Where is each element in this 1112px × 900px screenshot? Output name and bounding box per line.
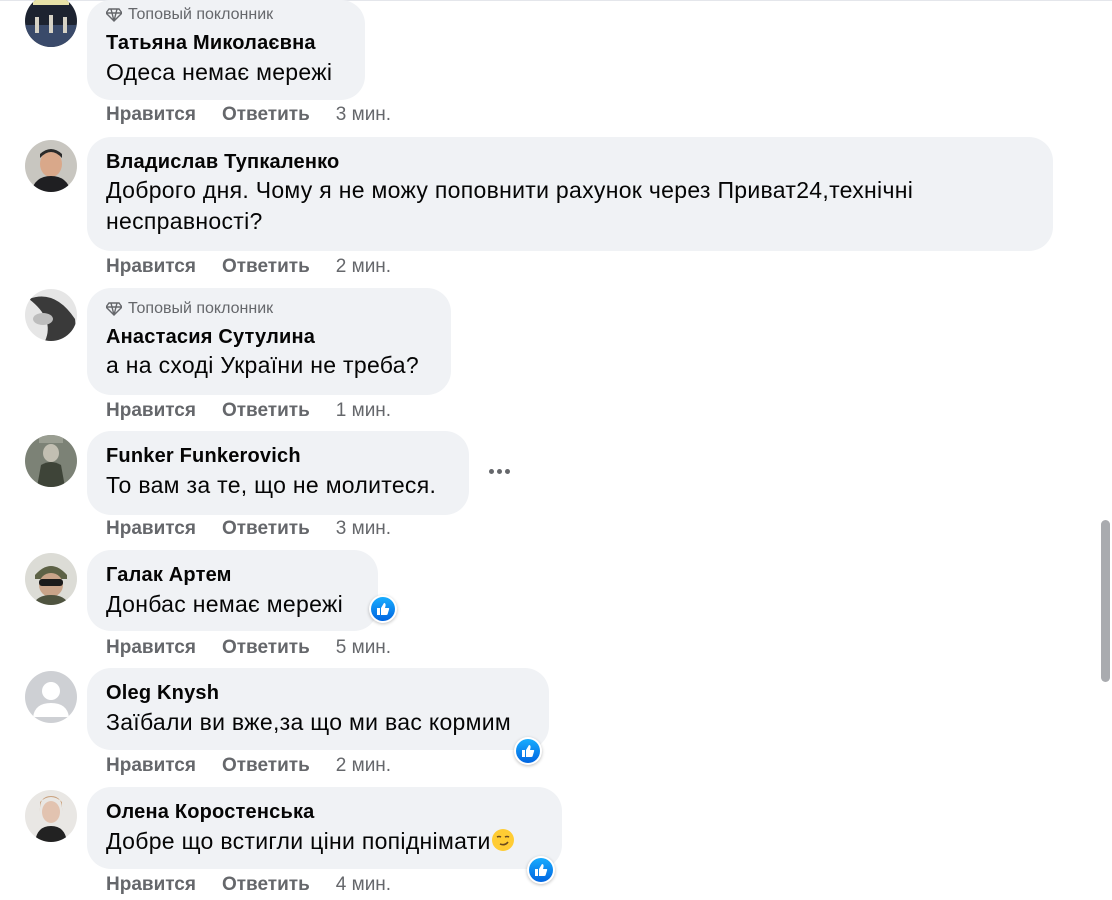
more-dot-icon — [488, 468, 494, 474]
comment-bubble: Владислав Тупкаленко Доброго дня. Чому я… — [87, 137, 1053, 251]
comment-time[interactable]: 4 мин. — [336, 874, 391, 896]
comment-bubble: Олена Коростенська Добре що встигли ціни… — [87, 787, 562, 869]
comment-bubble: Топовый поклонник Татьяна Миколаєвна Оде… — [87, 0, 365, 100]
comment-time[interactable]: 2 мин. — [336, 256, 391, 278]
avatar[interactable] — [25, 140, 77, 192]
thumbs-up-icon — [522, 745, 535, 757]
comment-text-line: несправності? — [106, 208, 263, 234]
comment-actions: Нравится Ответить 1 мин. — [106, 400, 391, 422]
more-dot-icon — [496, 468, 502, 474]
smirk-emoji-icon — [491, 829, 514, 851]
like-action[interactable]: Нравится — [106, 755, 196, 777]
comment-text: Заїбали ви вже,за що ми вас кормим — [106, 709, 511, 735]
avatar[interactable] — [25, 671, 77, 723]
reply-action[interactable]: Ответить — [222, 637, 310, 659]
diamond-icon — [106, 8, 122, 22]
comment-actions: Нравится Ответить 4 мин. — [106, 874, 391, 896]
like-action[interactable]: Нравится — [106, 400, 196, 422]
reply-action[interactable]: Ответить — [222, 874, 310, 896]
top-fan-badge: Топовый поклонник — [106, 4, 346, 26]
more-dot-icon — [504, 468, 510, 474]
comment-bubble: Funker Funkerovich То вам за те, що не м… — [87, 431, 469, 515]
scrollbar-thumb[interactable] — [1101, 520, 1110, 682]
reaction-badge[interactable] — [369, 595, 397, 623]
badge-label: Топовый поклонник — [128, 300, 274, 317]
comment-time[interactable]: 1 мин. — [336, 400, 391, 422]
comment-text-body: Добре що встигли ціни попіднімати — [106, 828, 491, 854]
reply-action[interactable]: Ответить — [222, 755, 310, 777]
like-action[interactable]: Нравится — [106, 104, 196, 126]
reply-action[interactable]: Ответить — [222, 104, 310, 126]
avatar[interactable] — [25, 553, 77, 605]
thumbs-up-icon — [377, 603, 390, 615]
comment-author[interactable]: Funker Funkerovich — [106, 445, 450, 468]
like-action[interactable]: Нравится — [106, 637, 196, 659]
comment-actions: Нравится Ответить 2 мин. — [106, 256, 391, 278]
avatar[interactable] — [25, 435, 77, 487]
more-options-button[interactable] — [484, 461, 514, 481]
reply-action[interactable]: Ответить — [222, 518, 310, 540]
comment-text: Добре що встигли ціни попіднімати — [106, 826, 543, 857]
comment-bubble: Топовый поклонник Анастасия Сутулина а н… — [87, 288, 451, 395]
reply-action[interactable]: Ответить — [222, 400, 310, 422]
reaction-badge[interactable] — [527, 856, 555, 884]
like-action[interactable]: Нравится — [106, 518, 196, 540]
comment-actions: Нравится Ответить 5 мин. — [106, 637, 391, 659]
comment-text-line: Доброго дня. Чому я не можу поповнити ра… — [106, 177, 914, 203]
comment-actions: Нравится Ответить 3 мин. — [106, 104, 391, 126]
comment-text: а на сході України не треба? — [106, 352, 419, 378]
like-action[interactable]: Нравится — [106, 874, 196, 896]
comment-actions: Нравится Ответить 3 мин. — [106, 518, 391, 540]
avatar[interactable] — [25, 790, 77, 842]
comment-author[interactable]: Oleg Knysh — [106, 682, 530, 705]
comment-author[interactable]: Анастасия Сутулина — [106, 326, 432, 349]
comment-text: Доброго дня. Чому я не можу поповнити ра… — [106, 175, 1034, 237]
comment-author[interactable]: Галак Артем — [106, 564, 359, 587]
comment-text: Одеса немає мережі — [106, 59, 333, 85]
comment-author[interactable]: Владислав Тупкаленко — [106, 151, 1034, 174]
comment-time[interactable]: 3 мин. — [336, 518, 391, 540]
reaction-badge[interactable] — [514, 737, 542, 765]
comment-text: Донбас немає мережі — [106, 591, 344, 617]
thumbs-up-icon — [535, 864, 548, 876]
comment-bubble: Галак Артем Донбас немає мережі — [87, 550, 378, 631]
comment-bubble: Oleg Knysh Заїбали ви вже,за що ми вас к… — [87, 668, 549, 750]
avatar[interactable] — [25, 289, 77, 341]
diamond-icon — [106, 302, 122, 316]
comment-time[interactable]: 3 мин. — [336, 104, 391, 126]
comment-time[interactable]: 2 мин. — [336, 755, 391, 777]
comment-author[interactable]: Татьяна Миколаєвна — [106, 32, 346, 55]
comment-text: То вам за те, що не молитеся. — [106, 472, 437, 498]
reply-action[interactable]: Ответить — [222, 256, 310, 278]
like-action[interactable]: Нравится — [106, 256, 196, 278]
badge-label: Топовый поклонник — [128, 6, 274, 23]
comment-time[interactable]: 5 мин. — [336, 637, 391, 659]
avatar[interactable] — [25, 0, 77, 47]
top-fan-badge: Топовый поклонник — [106, 298, 432, 320]
comment-actions: Нравится Ответить 2 мин. — [106, 755, 391, 777]
comment-author[interactable]: Олена Коростенська — [106, 801, 543, 824]
